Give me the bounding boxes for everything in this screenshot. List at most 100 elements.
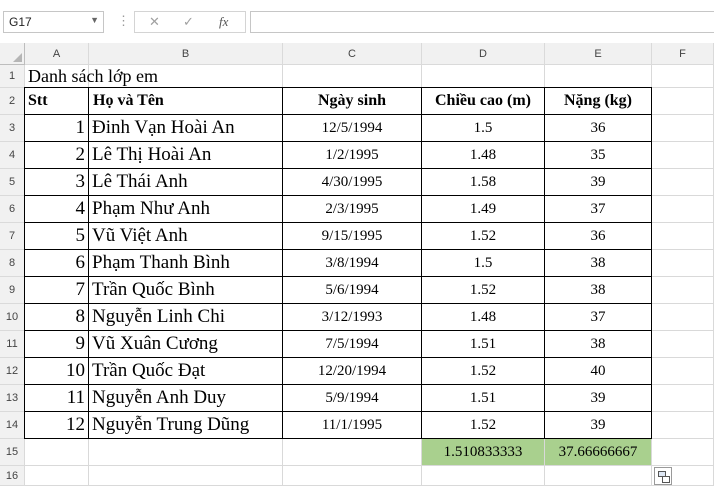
table-cell[interactable]: Trần Quốc Đạt	[89, 358, 283, 385]
table-cell[interactable]: 12	[25, 412, 89, 439]
row-header[interactable]: 12	[0, 358, 25, 385]
table-cell[interactable]: 38	[545, 250, 652, 277]
cell[interactable]	[652, 169, 714, 196]
table-cell[interactable]: 3/12/1993	[283, 304, 422, 331]
table-cell[interactable]: 1.49	[422, 196, 545, 223]
table-cell[interactable]: 1.52	[422, 358, 545, 385]
cancel-icon[interactable]: ✕	[149, 14, 160, 30]
table-cell[interactable]: 9	[25, 331, 89, 358]
table-cell[interactable]: Lê Thị Hoài An	[89, 142, 283, 169]
row-header[interactable]: 10	[0, 304, 25, 331]
cell[interactable]	[652, 358, 714, 385]
table-cell[interactable]: 1.48	[422, 304, 545, 331]
cell[interactable]	[545, 65, 652, 88]
table-cell[interactable]: 6	[25, 250, 89, 277]
table-cell[interactable]: 36	[545, 115, 652, 142]
table-cell[interactable]: 1.52	[422, 277, 545, 304]
table-cell[interactable]: Trần Quốc Bình	[89, 277, 283, 304]
table-cell[interactable]: Nguyễn Trung Dũng	[89, 412, 283, 439]
table-cell[interactable]: 37	[545, 304, 652, 331]
cell[interactable]	[652, 142, 714, 169]
table-cell[interactable]: 12/5/1994	[283, 115, 422, 142]
cell[interactable]	[422, 65, 545, 88]
table-cell[interactable]: 38	[545, 331, 652, 358]
cell[interactable]	[652, 412, 714, 439]
table-cell[interactable]: 1.51	[422, 385, 545, 412]
table-cell[interactable]: 37	[545, 196, 652, 223]
average-height-cell[interactable]: 1.510833333	[422, 439, 545, 466]
table-cell[interactable]: Vũ Việt Anh	[89, 223, 283, 250]
enter-icon[interactable]: ✓	[183, 14, 194, 30]
cell[interactable]	[25, 439, 89, 466]
table-cell[interactable]: Nguyễn Anh Duy	[89, 385, 283, 412]
cell[interactable]	[652, 223, 714, 250]
table-cell[interactable]: 11	[25, 385, 89, 412]
table-cell[interactable]: 2	[25, 142, 89, 169]
table-cell[interactable]: 7	[25, 277, 89, 304]
table-cell[interactable]: 39	[545, 385, 652, 412]
row-header[interactable]: 11	[0, 331, 25, 358]
column-header[interactable]: E	[545, 43, 652, 65]
cell[interactable]	[283, 439, 422, 466]
table-cell[interactable]: 10	[25, 358, 89, 385]
table-cell[interactable]: 1.52	[422, 223, 545, 250]
table-cell[interactable]: 1.48	[422, 142, 545, 169]
table-cell[interactable]: 38	[545, 277, 652, 304]
table-cell[interactable]: 36	[545, 223, 652, 250]
row-header[interactable]: 4	[0, 142, 25, 169]
table-cell[interactable]: Đinh Vạn Hoài An	[89, 115, 283, 142]
table-cell[interactable]: 7/5/1994	[283, 331, 422, 358]
table-cell[interactable]: 1.58	[422, 169, 545, 196]
column-header[interactable]: D	[422, 43, 545, 65]
insert-function-icon[interactable]: fx	[219, 14, 228, 30]
row-header[interactable]: 15	[0, 439, 25, 466]
row-header[interactable]: 7	[0, 223, 25, 250]
row-header[interactable]: 9	[0, 277, 25, 304]
table-cell[interactable]: 3	[25, 169, 89, 196]
more-options-icon[interactable]: ⋮	[117, 14, 130, 28]
paste-options-icon[interactable]	[654, 467, 672, 485]
cell[interactable]	[652, 385, 714, 412]
cell[interactable]	[652, 88, 714, 115]
table-cell[interactable]: 2/3/1995	[283, 196, 422, 223]
cell[interactable]	[422, 466, 545, 486]
table-cell[interactable]: Nguyễn Linh Chi	[89, 304, 283, 331]
table-cell[interactable]: 1/2/1995	[283, 142, 422, 169]
table-cell[interactable]: 1.5	[422, 115, 545, 142]
row-header[interactable]: 13	[0, 385, 25, 412]
table-cell[interactable]: Vũ Xuân Cương	[89, 331, 283, 358]
table-cell[interactable]: 5/9/1994	[283, 385, 422, 412]
select-all-button[interactable]	[0, 43, 25, 65]
table-cell[interactable]: 35	[545, 142, 652, 169]
row-header[interactable]: 1	[0, 65, 25, 88]
table-cell[interactable]: 39	[545, 169, 652, 196]
table-cell[interactable]: 5/6/1994	[283, 277, 422, 304]
table-cell[interactable]: 1.52	[422, 412, 545, 439]
name-box[interactable]: G17 ▼	[3, 11, 104, 33]
column-header[interactable]: A	[25, 43, 89, 65]
row-header[interactable]: 14	[0, 412, 25, 439]
table-cell[interactable]: 39	[545, 412, 652, 439]
cell[interactable]	[652, 331, 714, 358]
cell[interactable]	[652, 439, 714, 466]
formula-input[interactable]	[250, 11, 714, 33]
table-cell[interactable]: 11/1/1995	[283, 412, 422, 439]
cell[interactable]	[652, 115, 714, 142]
table-cell[interactable]: 40	[545, 358, 652, 385]
row-header[interactable]: 8	[0, 250, 25, 277]
table-cell[interactable]: 1.5	[422, 250, 545, 277]
row-header[interactable]: 2	[0, 88, 25, 115]
table-cell[interactable]: 1	[25, 115, 89, 142]
row-header[interactable]: 16	[0, 466, 25, 486]
cell[interactable]	[89, 466, 283, 486]
row-header[interactable]: 6	[0, 196, 25, 223]
row-header[interactable]: 3	[0, 115, 25, 142]
cell[interactable]	[652, 250, 714, 277]
table-cell[interactable]: 8	[25, 304, 89, 331]
column-header[interactable]: C	[283, 43, 422, 65]
cell[interactable]	[652, 65, 714, 88]
cell[interactable]	[652, 196, 714, 223]
table-cell[interactable]: 4/30/1995	[283, 169, 422, 196]
cell[interactable]	[545, 466, 652, 486]
column-header[interactable]: F	[652, 43, 714, 65]
